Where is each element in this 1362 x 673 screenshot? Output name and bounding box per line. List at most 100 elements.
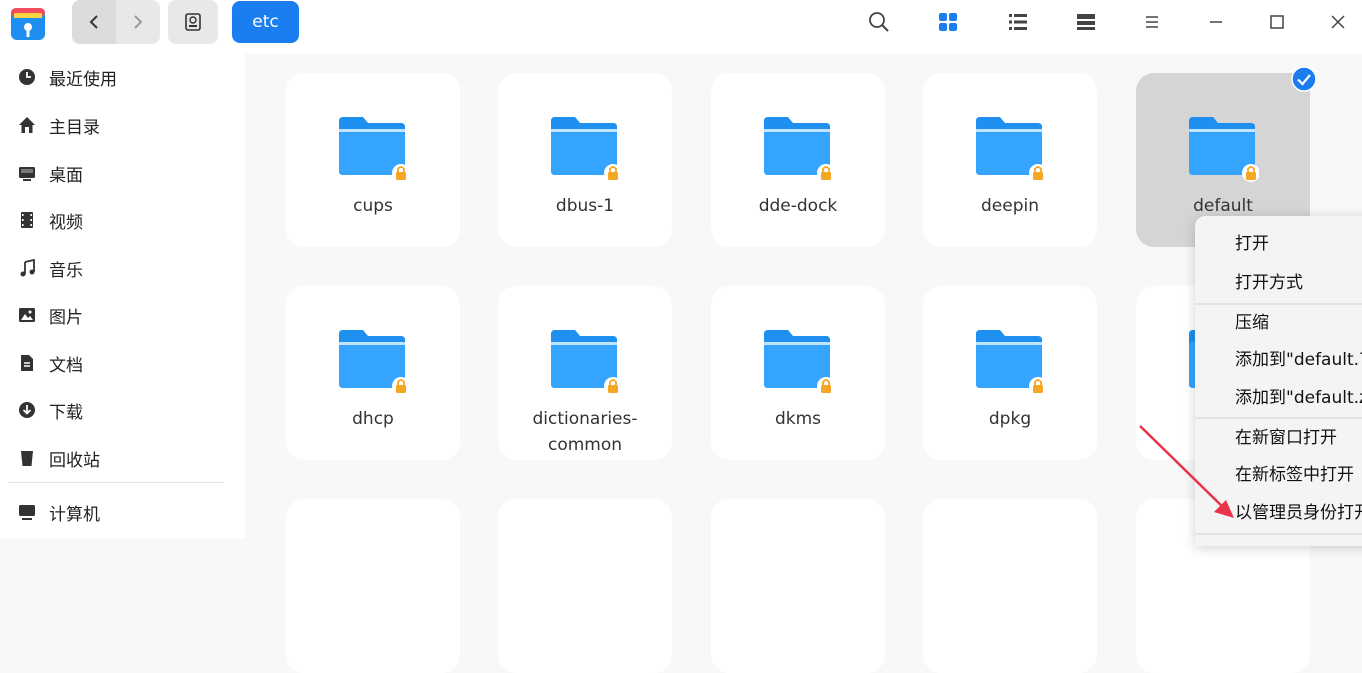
sidebar-item-music[interactable]: 音乐 bbox=[18, 253, 83, 283]
breadcrumb-current[interactable]: etc bbox=[232, 1, 299, 43]
locked-folder-icon bbox=[551, 117, 621, 182]
sidebar-item-computer[interactable]: 计算机 bbox=[18, 497, 100, 527]
file-name: dictionaries- common bbox=[498, 406, 672, 458]
file-item-deepin[interactable]: deepin bbox=[923, 73, 1097, 247]
sidebar-item-recent[interactable]: 最近使用 bbox=[18, 62, 117, 92]
menu-item-add-to-zip[interactable]: 添加到"default.z bbox=[1235, 384, 1362, 412]
sidebar-item-label: 文档 bbox=[49, 355, 83, 376]
file-name: dhcp bbox=[352, 409, 394, 429]
sidebar-item-label: 音乐 bbox=[49, 260, 83, 281]
sidebar-item-label: 最近使用 bbox=[49, 69, 117, 90]
file-item-dkms[interactable]: dkms bbox=[711, 286, 885, 460]
minimize-button[interactable] bbox=[1202, 8, 1230, 36]
file-name-line-2: common bbox=[547, 435, 623, 455]
menu-item-compress[interactable]: 压缩 bbox=[1235, 309, 1269, 337]
maximize-button[interactable] bbox=[1263, 8, 1291, 36]
locked-folder-icon bbox=[976, 330, 1046, 395]
locked-folder-icon bbox=[764, 330, 834, 395]
menu-separator bbox=[1195, 303, 1362, 305]
menu-item-open[interactable]: 打开 bbox=[1235, 230, 1269, 258]
file-item-row3-3[interactable] bbox=[711, 499, 885, 673]
document-icon bbox=[21, 355, 33, 371]
sidebar-item-label: 回收站 bbox=[49, 450, 100, 471]
sidebar-item-label: 桌面 bbox=[49, 165, 83, 186]
title-bar: etc bbox=[0, 0, 1362, 54]
file-name: cups bbox=[353, 196, 393, 216]
sidebar-item-video[interactable]: 视频 bbox=[18, 205, 83, 235]
home-icon bbox=[19, 117, 35, 133]
computer-icon bbox=[19, 505, 35, 520]
file-name-line-1: dictionaries- bbox=[532, 409, 638, 429]
selected-check-icon bbox=[1291, 66, 1317, 92]
file-name: deepin bbox=[981, 196, 1039, 216]
sidebar-item-trash[interactable]: 回收站 bbox=[18, 443, 100, 473]
menu-separator bbox=[1195, 417, 1362, 419]
app-logo-icon[interactable] bbox=[10, 5, 46, 41]
download-icon bbox=[19, 402, 35, 418]
file-item-dhcp[interactable]: dhcp bbox=[286, 286, 460, 460]
menu-item-open-with[interactable]: 打开方式 bbox=[1235, 269, 1303, 297]
sidebar-item-label: 下载 bbox=[49, 402, 83, 423]
forward-icon bbox=[134, 15, 143, 29]
file-item-row3-2[interactable] bbox=[498, 499, 672, 673]
desktop-icon bbox=[19, 167, 35, 181]
sidebar-item-label: 主目录 bbox=[49, 117, 100, 138]
file-item-row3-4[interactable] bbox=[923, 499, 1097, 673]
file-item-cups[interactable]: cups bbox=[286, 73, 460, 247]
list-view-icon bbox=[1009, 14, 1027, 30]
menu-item-open-as-admin[interactable]: 以管理员身份打开 bbox=[1235, 499, 1362, 527]
minimize-icon bbox=[1210, 21, 1222, 23]
music-icon bbox=[20, 259, 35, 277]
icon-view-button[interactable] bbox=[934, 8, 962, 36]
menu-item-add-to-7z[interactable]: 添加到"default.7 bbox=[1235, 346, 1362, 374]
file-name: dkms bbox=[774, 409, 822, 429]
tree-view-button[interactable] bbox=[1072, 8, 1100, 36]
file-item-dbus-1[interactable]: dbus-1 bbox=[498, 73, 672, 247]
disk-button[interactable] bbox=[168, 0, 218, 44]
sidebar-item-label: 视频 bbox=[49, 212, 83, 233]
sidebar-item-label: 图片 bbox=[49, 307, 83, 328]
file-name: dpkg bbox=[988, 409, 1032, 429]
picture-icon bbox=[19, 308, 35, 322]
back-icon bbox=[89, 15, 98, 29]
forward-button[interactable] bbox=[116, 0, 160, 44]
file-name: dde-dock bbox=[758, 196, 838, 216]
locked-folder-icon bbox=[1189, 117, 1259, 182]
sidebar-item-downloads[interactable]: 下载 bbox=[18, 395, 83, 425]
file-item-dpkg[interactable]: dpkg bbox=[923, 286, 1097, 460]
back-button[interactable] bbox=[72, 0, 116, 44]
menu-item-open-new-tab[interactable]: 在新标签中打开 bbox=[1235, 461, 1354, 489]
list-view-button[interactable] bbox=[1004, 8, 1032, 36]
locked-folder-icon bbox=[339, 117, 409, 182]
menu-item-open-new-window[interactable]: 在新窗口打开 bbox=[1235, 424, 1337, 452]
tree-view-icon bbox=[1077, 14, 1095, 30]
locked-folder-icon bbox=[976, 117, 1046, 182]
file-name: dbus-1 bbox=[555, 196, 615, 216]
sidebar: 最近使用 主目录 桌面 视频 音乐 图片 文档 下载 回收站 计算机 bbox=[0, 54, 245, 538]
icon-view-icon bbox=[939, 13, 957, 31]
sidebar-item-pictures[interactable]: 图片 bbox=[18, 300, 83, 330]
trash-icon bbox=[21, 451, 33, 466]
video-icon bbox=[21, 212, 33, 228]
close-button[interactable] bbox=[1324, 8, 1352, 36]
maximize-icon bbox=[1270, 15, 1284, 29]
disk-icon bbox=[185, 13, 201, 31]
navigation-group bbox=[72, 0, 160, 44]
locked-folder-icon bbox=[551, 330, 621, 395]
menu-icon bbox=[1146, 16, 1158, 28]
sidebar-divider bbox=[8, 482, 224, 483]
annotation-arrow-icon bbox=[1139, 425, 1234, 518]
file-item-row3-1[interactable] bbox=[286, 499, 460, 673]
locked-folder-icon bbox=[764, 117, 834, 182]
main-menu-button[interactable] bbox=[1138, 8, 1166, 36]
menu-separator bbox=[1195, 533, 1362, 535]
locked-folder-icon bbox=[339, 330, 409, 395]
file-item-dictionaries-common[interactable]: dictionaries- common bbox=[498, 286, 672, 460]
sidebar-item-home[interactable]: 主目录 bbox=[18, 110, 100, 140]
sidebar-item-documents[interactable]: 文档 bbox=[18, 348, 83, 378]
search-button[interactable] bbox=[865, 8, 893, 36]
sidebar-item-desktop[interactable]: 桌面 bbox=[18, 158, 83, 188]
file-item-dde-dock[interactable]: dde-dock bbox=[711, 73, 885, 247]
close-icon bbox=[1331, 15, 1345, 29]
sidebar-item-label: 计算机 bbox=[49, 504, 100, 525]
